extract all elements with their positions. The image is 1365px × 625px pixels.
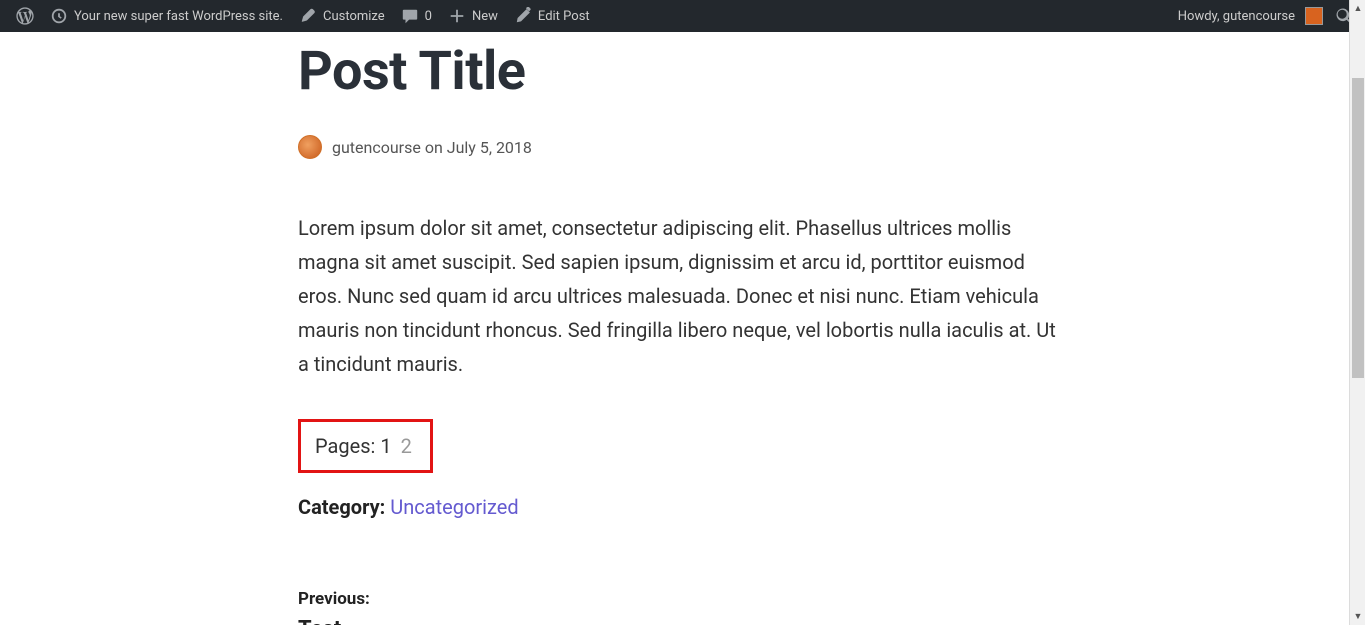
byline-text: gutencourse on July 5, 2018 xyxy=(332,138,532,157)
category-label: Category: xyxy=(298,495,385,519)
scroll-thumb[interactable] xyxy=(1352,78,1364,378)
pagination: Pages: 1 2 xyxy=(315,434,412,458)
new-content-menu[interactable]: New xyxy=(440,0,506,32)
edit-post-menu[interactable]: Edit Post xyxy=(506,0,598,32)
admin-bar-right: Howdy, gutencourse xyxy=(1170,0,1357,32)
page-current: 1 xyxy=(380,434,391,458)
author-avatar-icon xyxy=(298,135,322,159)
comments-menu[interactable]: 0 xyxy=(393,0,440,32)
user-avatar-icon xyxy=(1305,7,1323,25)
category-row: Category: Uncategorized xyxy=(298,495,1058,519)
customize-menu[interactable]: Customize xyxy=(291,0,393,32)
pages-label: Pages: xyxy=(315,434,375,458)
admin-bar-left: Your new super fast WordPress site. Cust… xyxy=(8,0,598,32)
post-navigation: Previous: Test xyxy=(298,589,1058,625)
site-name-menu[interactable]: Your new super fast WordPress site. xyxy=(42,0,291,32)
plus-icon xyxy=(448,7,466,25)
howdy-label: Howdy, gutencourse xyxy=(1178,9,1295,24)
post-body-text: Lorem ipsum dolor sit amet, consectetur … xyxy=(298,211,1058,381)
my-account-menu[interactable]: Howdy, gutencourse xyxy=(1170,0,1331,32)
post-byline: gutencourse on July 5, 2018 xyxy=(298,135,1058,159)
previous-label: Previous: xyxy=(298,589,1058,609)
customize-label: Customize xyxy=(323,9,385,24)
pagination-highlight-box: Pages: 1 2 xyxy=(298,419,433,473)
brush-icon xyxy=(299,7,317,25)
page-link-2[interactable]: 2 xyxy=(401,434,412,458)
edit-post-label: Edit Post xyxy=(538,9,590,24)
page-content-area: Post Title gutencourse on July 5, 2018 L… xyxy=(0,32,1349,625)
pencil-icon xyxy=(514,7,532,25)
browser-scrollbar[interactable]: ▲ ▼ xyxy=(1349,0,1365,625)
site-name-label: Your new super fast WordPress site. xyxy=(74,9,283,24)
scroll-up-arrow-icon[interactable]: ▲ xyxy=(1350,0,1365,17)
comments-count: 0 xyxy=(425,9,432,24)
dashboard-icon xyxy=(50,7,68,25)
category-link[interactable]: Uncategorized xyxy=(390,495,518,519)
comment-icon xyxy=(401,7,419,25)
post-title: Post Title xyxy=(298,42,1058,101)
previous-post-link[interactable]: Test xyxy=(298,617,1058,625)
wordpress-logo-icon xyxy=(16,7,34,25)
post-date[interactable]: July 5, 2018 xyxy=(447,138,532,157)
scroll-down-arrow-icon[interactable]: ▼ xyxy=(1350,608,1365,625)
new-label: New xyxy=(472,9,498,24)
wp-admin-bar: Your new super fast WordPress site. Cust… xyxy=(0,0,1365,32)
byline-on: on xyxy=(425,138,443,157)
post-content: Post Title gutencourse on July 5, 2018 L… xyxy=(298,32,1058,625)
author-name[interactable]: gutencourse xyxy=(332,138,421,157)
wordpress-logo-menu[interactable] xyxy=(8,0,42,32)
